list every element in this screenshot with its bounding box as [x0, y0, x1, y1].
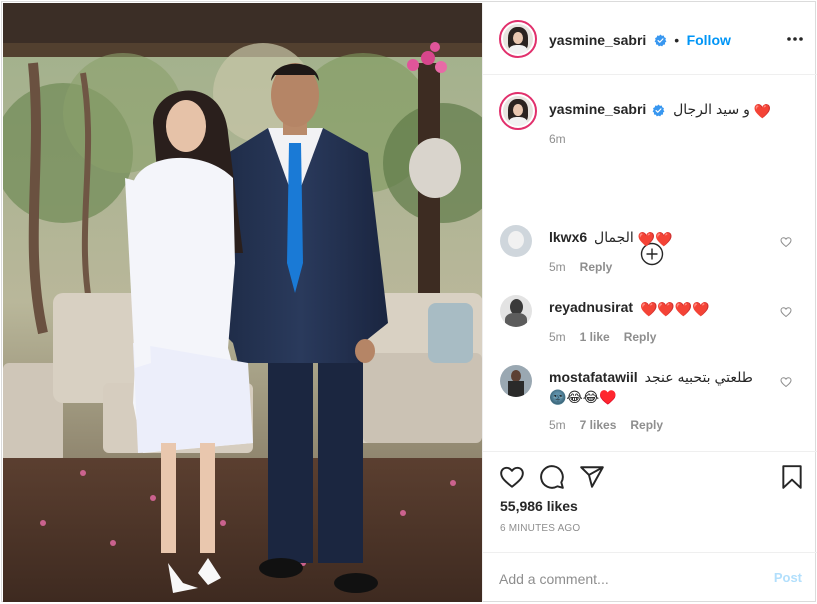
reply-button[interactable]: Reply	[630, 418, 663, 432]
paper-plane-icon[interactable]	[579, 464, 605, 490]
more-options-icon[interactable]	[786, 31, 804, 47]
comment-likes[interactable]: 7 likes	[580, 418, 617, 432]
author-avatar[interactable]	[499, 20, 537, 58]
heart-icon[interactable]	[780, 306, 792, 318]
header-user-line: yasmine_sabri • Follow	[549, 32, 731, 50]
commenter-avatar[interactable]	[500, 225, 532, 257]
heart-icon[interactable]	[780, 236, 792, 248]
header-separator: •	[674, 32, 680, 48]
comment-input[interactable]	[499, 567, 749, 591]
instagram-post-modal: yasmine_sabri • Follow yasmine_sabri و س…	[1, 1, 817, 602]
reply-button[interactable]: Reply	[580, 260, 613, 274]
add-comment-bar: Post	[483, 552, 817, 604]
commenter-avatar[interactable]	[500, 365, 532, 397]
comment-username[interactable]: mostafatawiil	[549, 369, 638, 385]
caption-text-line: yasmine_sabri و سيد الرجال ❤️	[549, 100, 771, 120]
comment-icon[interactable]	[539, 464, 565, 490]
comment-time[interactable]: 5m	[549, 330, 566, 344]
comment-emoji: ❤️❤️❤️❤️	[639, 301, 710, 317]
verified-badge-icon	[654, 34, 667, 47]
comment-text-line: reyadnusirat ❤️❤️❤️❤️	[549, 298, 710, 318]
follow-button[interactable]: Follow	[687, 32, 731, 48]
caption-time[interactable]: 6m	[549, 132, 566, 146]
comment-meta: 5m 1 like Reply	[549, 330, 656, 344]
comment-time[interactable]: 5m	[549, 260, 566, 274]
comment-username[interactable]: lkwx6	[549, 229, 587, 245]
comment-text: طلعتي بتحبيه عنجد	[644, 369, 753, 385]
author-username[interactable]: yasmine_sabri	[549, 32, 646, 48]
comment-meta: 5m Reply	[549, 260, 612, 274]
post-comment-button[interactable]: Post	[774, 570, 802, 585]
post-header: yasmine_sabri • Follow	[483, 3, 817, 75]
caption-text: و سيد الرجال	[673, 101, 750, 117]
comments-section: yasmine_sabri و سيد الرجال ❤️ 6m lkwx6 ا…	[483, 75, 817, 451]
post-actions-section: 55,986 likes 6 MINUTES AGO Post	[483, 451, 817, 603]
heart-icon[interactable]	[499, 464, 525, 490]
comment-username[interactable]: reyadnusirat	[549, 299, 633, 315]
comment-emoji: ❤️❤️	[637, 231, 673, 247]
verified-badge-icon	[652, 104, 665, 117]
comment-likes[interactable]: 1 like	[580, 330, 610, 344]
caption-emoji: ❤️	[753, 103, 772, 119]
post-details-panel: yasmine_sabri • Follow yasmine_sabri و س…	[482, 3, 817, 602]
post-photo[interactable]	[3, 3, 482, 602]
bookmark-icon[interactable]	[779, 464, 805, 490]
comment-text: الجمال	[594, 229, 634, 245]
heart-icon[interactable]	[780, 376, 792, 388]
caption-avatar[interactable]	[499, 92, 537, 130]
comment-emoji: 🌚😂😂♥️	[549, 389, 617, 405]
comment-text-line: mostafatawiil طلعتي بتحبيه عنجد 🌚😂😂♥️	[549, 368, 769, 406]
caption-username[interactable]: yasmine_sabri	[549, 101, 646, 117]
comment-time[interactable]: 5m	[549, 418, 566, 432]
caption-meta: 6m	[549, 132, 566, 146]
likes-count[interactable]: 55,986 likes	[500, 498, 578, 514]
post-timestamp[interactable]: 6 MINUTES AGO	[500, 523, 580, 534]
comment-text-line: lkwx6 الجمال ❤️❤️	[549, 228, 673, 248]
comment-meta: 5m 7 likes Reply	[549, 418, 663, 432]
post-image-illustration	[3, 3, 482, 602]
reply-button[interactable]: Reply	[624, 330, 657, 344]
commenter-avatar[interactable]	[500, 295, 532, 327]
